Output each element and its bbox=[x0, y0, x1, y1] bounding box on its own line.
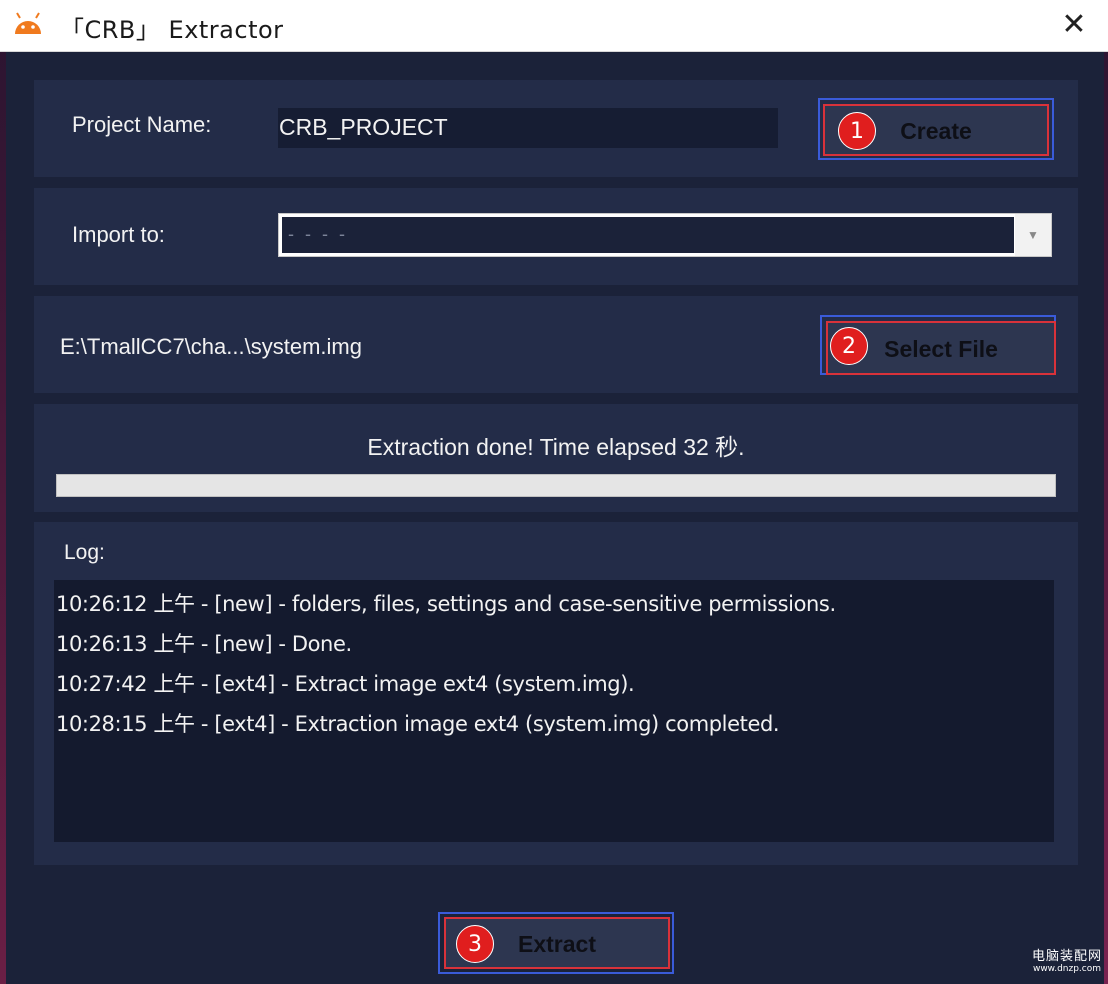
import-to-selected-value: - - - - bbox=[282, 217, 1014, 253]
close-icon: ✕ bbox=[1061, 8, 1087, 41]
log-label: Log: bbox=[64, 541, 105, 564]
log-entry: 10:26:13 上午 - [new] - Done. bbox=[56, 632, 352, 656]
window-right-edge bbox=[1104, 0, 1108, 984]
import-to-select[interactable]: - - - - ▼ bbox=[278, 213, 1052, 257]
project-name-input[interactable]: CRB_PROJECT bbox=[278, 108, 778, 148]
watermark-text: 电脑装配网 bbox=[1031, 949, 1102, 964]
status-message: Extraction done! Time elapsed 32 秒. bbox=[367, 434, 745, 460]
progress-bar bbox=[56, 474, 1056, 497]
log-entry: 10:26:12 上午 - [new] - folders, files, se… bbox=[56, 592, 836, 616]
log-output[interactable]: 10:26:12 上午 - [new] - folders, files, se… bbox=[54, 580, 1054, 842]
window-left-edge bbox=[0, 0, 6, 984]
progress-bar-fill bbox=[57, 475, 1055, 496]
step-badge-2: 2 bbox=[830, 327, 868, 365]
android-icon bbox=[12, 12, 44, 36]
close-button[interactable]: ✕ bbox=[1054, 6, 1094, 46]
watermark: 电脑装配网 www.dnzp.com bbox=[1032, 945, 1102, 974]
window-title: 「CRB」 Extractor bbox=[60, 16, 284, 44]
log-entry: 10:27:42 上午 - [ext4] - Extract image ext… bbox=[56, 672, 635, 696]
project-name-label: Project Name: bbox=[72, 112, 212, 137]
step-badge-1: 1 bbox=[838, 112, 876, 150]
step-badge-3: 3 bbox=[456, 925, 494, 963]
file-path-label: E:\TmallCC7\cha...\system.img bbox=[60, 334, 362, 359]
title-bar: 「CRB」 Extractor ✕ bbox=[0, 0, 1108, 52]
watermark-url: www.dnzp.com bbox=[1032, 964, 1102, 974]
log-entry: 10:28:15 上午 - [ext4] - Extraction image … bbox=[56, 712, 780, 736]
chevron-down-icon[interactable]: ▼ bbox=[1015, 214, 1051, 256]
import-to-label: Import to: bbox=[72, 222, 165, 247]
